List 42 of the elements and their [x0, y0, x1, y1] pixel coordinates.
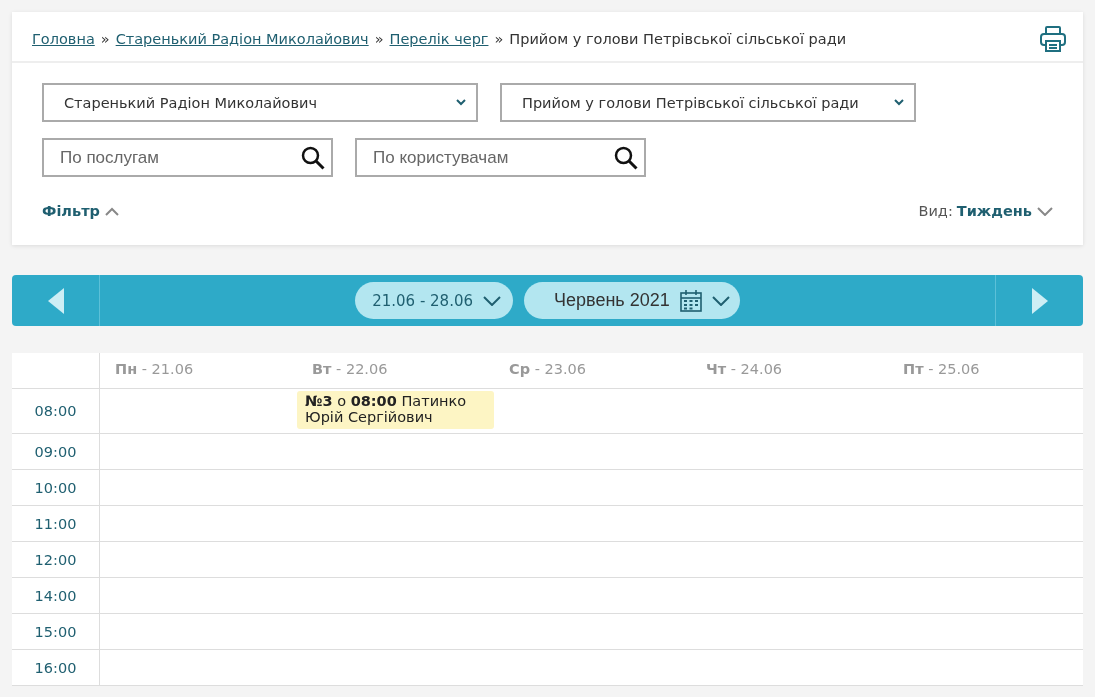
breadcrumb-separator: » — [100, 31, 110, 47]
day-header: Чт - 24.06 — [705, 360, 784, 379]
month-picker[interactable]: Червень 2021 — [524, 282, 740, 319]
chevron-down-icon — [1037, 206, 1053, 216]
chevron-down-icon — [456, 99, 466, 106]
search-field[interactable]: По послугам — [42, 138, 333, 177]
time-label: 16:00 — [34, 659, 77, 676]
chevron-icon — [104, 206, 119, 216]
chevron-down-icon — [483, 295, 502, 306]
day-header: Пн - 21.06 — [114, 360, 195, 379]
search-icon[interactable] — [301, 146, 325, 170]
dropdown-select[interactable]: Старенький Радіон Миколайович — [42, 83, 478, 122]
breadcrumb-separator: » — [374, 31, 384, 47]
breadcrumb-link[interactable]: Перелік черг — [389, 31, 489, 47]
filter-toggle[interactable]: Фільтр — [42, 203, 119, 219]
day-header: Пт - 25.06 — [902, 360, 981, 379]
breadcrumb-link[interactable]: Головна — [32, 31, 95, 47]
time-label: 12:00 — [34, 551, 77, 568]
breadcrumb-link[interactable]: Старенький Радіон Миколайович — [115, 31, 369, 47]
time-label: 10:00 — [34, 479, 77, 496]
time-label: 14:00 — [34, 587, 77, 604]
time-label: 09:00 — [34, 443, 77, 460]
view-label: Вид: — [918, 203, 953, 219]
search-icon[interactable] — [614, 146, 638, 170]
time-label: 15:00 — [34, 623, 77, 640]
left-triangle-icon — [47, 287, 64, 314]
chevron-down-icon — [711, 295, 730, 306]
chevron-down-icon — [894, 99, 904, 106]
breadcrumb-separator: » — [494, 31, 504, 47]
view-dropdown[interactable]: Тиждень — [956, 203, 1053, 219]
day-header: Ср - 23.06 — [508, 360, 587, 379]
time-label: 11:00 — [34, 515, 77, 532]
breadcrumb-current: Прийом у голови Петрівської сільської ради — [509, 31, 847, 47]
calendar-icon — [679, 289, 702, 312]
printer-icon[interactable] — [1039, 26, 1067, 52]
week-dropdown[interactable]: 21.06 - 28.06 — [355, 282, 514, 319]
appointment-event[interactable]: №3 о 08:00 Патинко Юрій Сергійович — [297, 391, 494, 429]
day-header: Вт - 22.06 — [311, 360, 389, 379]
time-label: 08:00 — [34, 403, 77, 419]
search-field[interactable]: По користувачам — [355, 138, 646, 177]
dropdown-select[interactable]: Прийом у голови Петрівської сільської ради — [500, 83, 916, 122]
right-triangle-icon — [1031, 287, 1048, 314]
